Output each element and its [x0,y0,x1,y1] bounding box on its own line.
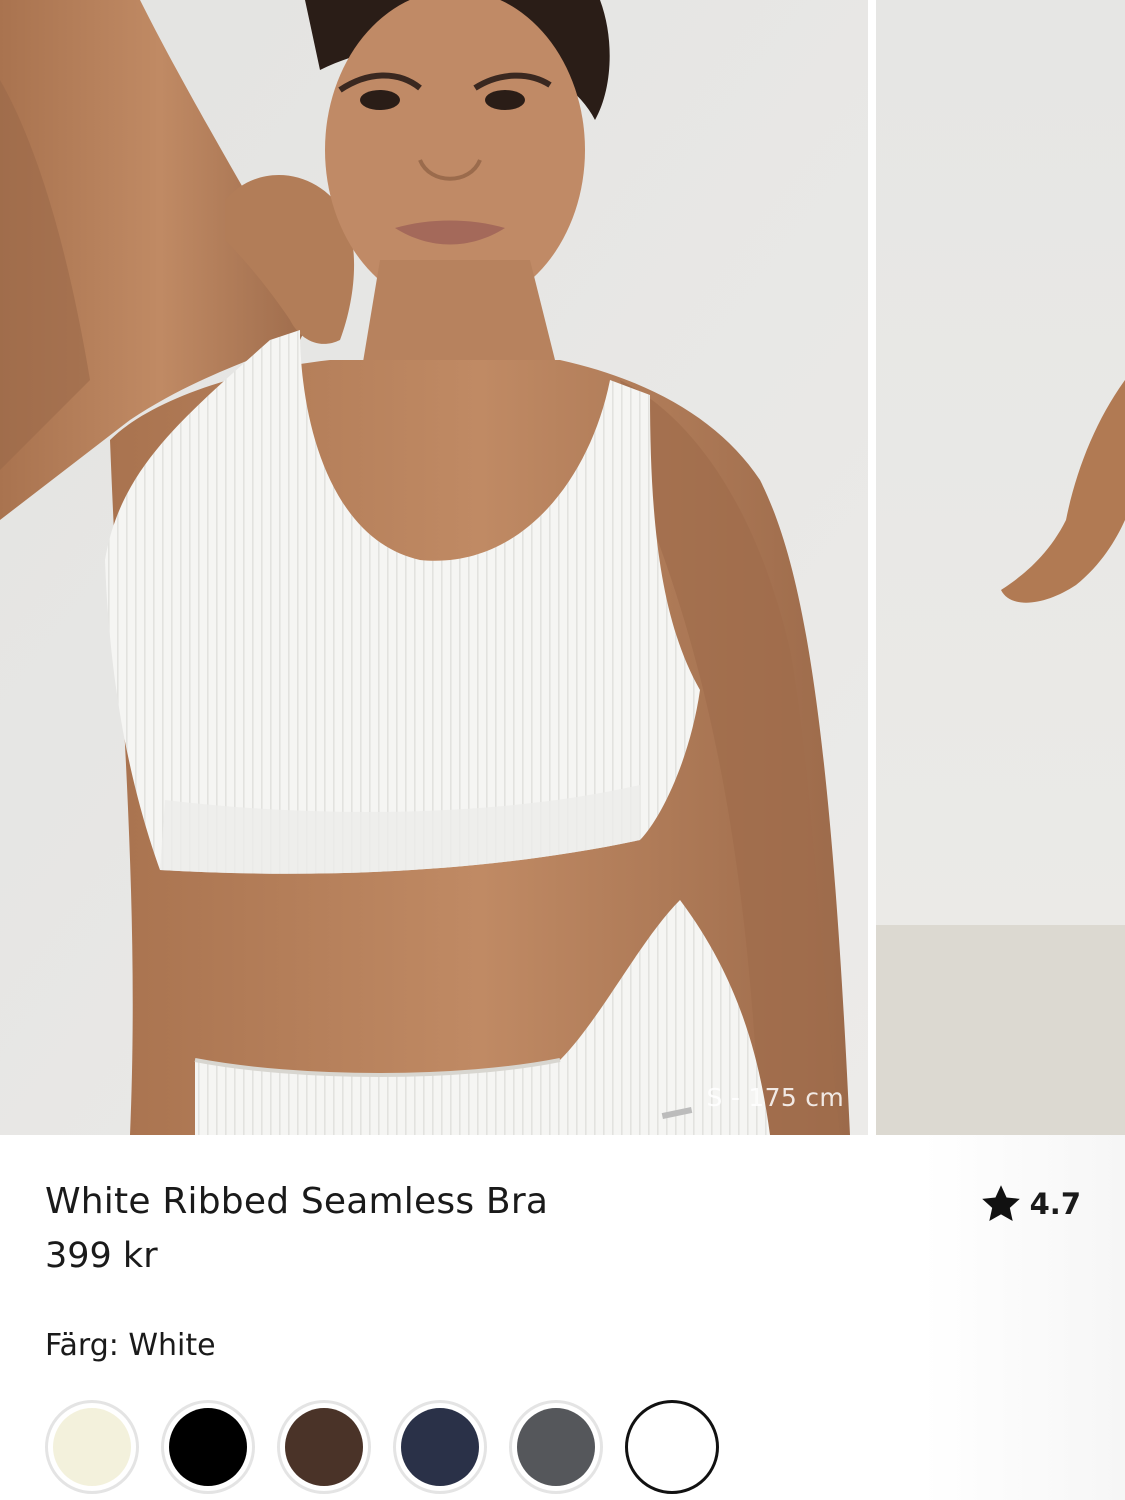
swatch-fill [169,1408,247,1486]
product-image-next[interactable] [876,0,1125,1135]
swatch-fill [633,1408,711,1486]
color-swatch-cream[interactable] [45,1400,139,1494]
model-photo [0,0,868,1135]
swatch-fill [285,1408,363,1486]
rating-value: 4.7 [1029,1187,1081,1221]
product-page: S - 175 cm White Ribbed Seamless Bra 399… [0,0,1125,1500]
model-photo-2 [876,0,1125,1135]
swatch-fill [401,1408,479,1486]
image-gallery[interactable]: S - 175 cm [0,0,1125,1135]
color-swatch-brown[interactable] [277,1400,371,1494]
product-image-main[interactable]: S - 175 cm [0,0,868,1135]
color-swatch-grey[interactable] [509,1400,603,1494]
product-rating[interactable]: 4.7 [978,1181,1081,1227]
color-swatch-white[interactable] [625,1400,719,1494]
color-swatch-black[interactable] [161,1400,255,1494]
color-swatch-navy[interactable] [393,1400,487,1494]
color-label: Färg: White [45,1328,216,1363]
product-info-panel: White Ribbed Seamless Bra 399 kr 4.7 Fär… [0,1135,1125,1500]
model-size-caption: S - 175 cm [706,1083,844,1112]
product-price: 399 kr [45,1236,158,1276]
color-swatch-list [45,1400,719,1494]
product-title: White Ribbed Seamless Bra [45,1181,549,1222]
swatch-fill [517,1408,595,1486]
swatch-fill [53,1408,131,1486]
star-icon [981,1185,1020,1222]
